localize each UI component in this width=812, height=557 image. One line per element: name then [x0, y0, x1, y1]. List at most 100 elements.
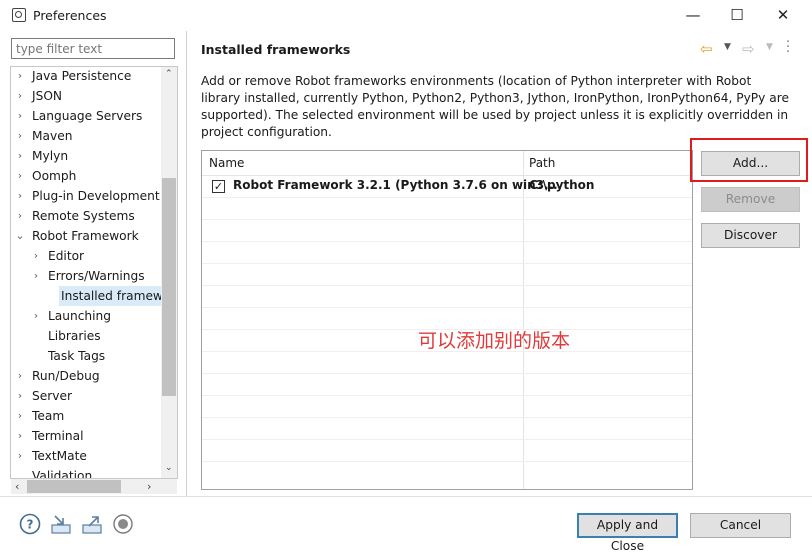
tree-item[interactable]: › Errors/Warnings [11, 266, 161, 286]
tree-item[interactable]: Libraries [11, 326, 161, 346]
framework-name: Robot Framework 3.2.1 (Python 3.7.6 on w… [233, 178, 558, 192]
page-title: Installed frameworks [201, 42, 351, 57]
tree-item-label: Task Tags [48, 349, 106, 363]
tree-item[interactable]: › Editor [11, 246, 161, 266]
tree-item-label: Team [32, 409, 65, 423]
scroll-down-icon[interactable]: ⌄ [165, 463, 173, 473]
collapsed-chevron-icon[interactable]: › [31, 306, 41, 326]
tree-item-label: Server [32, 389, 72, 403]
import-icon[interactable] [50, 513, 72, 535]
tree-item-label: Terminal [32, 429, 84, 443]
collapsed-chevron-icon[interactable]: › [15, 386, 25, 406]
apply-and-close-button[interactable]: Apply and Close [577, 513, 678, 553]
tree-item[interactable]: › Plug-in Development [11, 186, 161, 206]
tree-item-label: Errors/Warnings [48, 269, 145, 283]
tree-item-label: JSON [32, 89, 63, 103]
table-row-divider [202, 263, 692, 264]
eclipse-app-icon [12, 8, 26, 22]
tree-item[interactable]: ⌄ Robot Framework [11, 226, 161, 246]
tree-item[interactable]: › Terminal [11, 426, 161, 446]
tree-item[interactable]: › TextMate [11, 446, 161, 466]
scroll-up-icon[interactable]: ⌃ [165, 69, 173, 79]
close-button[interactable]: ✕ [760, 0, 806, 31]
tree-item-label: Editor [48, 249, 85, 263]
frameworks-table: Name Path ✓ Robot Framework 3.2.1 (Pytho… [201, 150, 693, 490]
collapsed-chevron-icon[interactable]: › [15, 126, 25, 146]
tree-item[interactable]: › Launching [11, 306, 161, 326]
collapsed-chevron-icon[interactable]: › [15, 86, 25, 106]
remove-button[interactable]: Remove [701, 187, 800, 212]
cancel-button[interactable]: Cancel [690, 513, 791, 538]
record-icon[interactable] [112, 513, 134, 535]
tree-item-label: Robot Framework [32, 229, 139, 243]
framework-checkbox[interactable]: ✓ [212, 180, 225, 193]
collapsed-chevron-icon[interactable]: › [15, 406, 25, 426]
collapsed-chevron-icon[interactable]: › [15, 146, 25, 166]
collapsed-chevron-icon[interactable]: › [15, 106, 25, 126]
tree-item[interactable]: › Java Persistence [11, 67, 161, 86]
back-icon[interactable]: ⇦ [700, 40, 713, 58]
table-row[interactable]: ✓ Robot Framework 3.2.1 (Python 3.7.6 on… [202, 176, 692, 197]
collapsed-chevron-icon[interactable]: › [15, 366, 25, 386]
help-icon[interactable]: ? [19, 513, 41, 535]
tree-vertical-scroll-thumb[interactable] [162, 178, 176, 396]
table-row-divider [202, 285, 692, 286]
collapsed-chevron-icon[interactable]: › [15, 186, 25, 206]
window-title: Preferences [33, 8, 107, 23]
tree-item[interactable]: › JSON [11, 86, 161, 106]
tree-item-label: Mylyn [32, 149, 69, 163]
collapsed-chevron-icon[interactable]: › [15, 67, 25, 86]
scroll-left-icon[interactable]: ‹ [15, 480, 19, 493]
table-row-divider [202, 241, 692, 242]
tree-item[interactable]: › Run/Debug [11, 366, 161, 386]
tree-item[interactable]: Validation [11, 466, 161, 479]
tree-item-label: Run/Debug [32, 369, 100, 383]
maximize-button[interactable]: ☐ [714, 0, 760, 31]
tree-item[interactable]: › Language Servers [11, 106, 161, 126]
tree-item-label: Validation [32, 469, 93, 479]
tree-item[interactable]: › Team [11, 406, 161, 426]
back-dropdown-icon[interactable]: ▼ [724, 42, 731, 52]
table-row-divider [202, 417, 692, 418]
tree-item-label: Launching [48, 309, 111, 323]
table-row-divider [202, 307, 692, 308]
tree-item-label: TextMate [32, 449, 87, 463]
table-row-divider [202, 395, 692, 396]
collapsed-chevron-icon[interactable]: › [15, 446, 25, 466]
scroll-right-icon[interactable]: › [147, 480, 151, 493]
tree-item-label: Remote Systems [32, 209, 135, 223]
svg-text:?: ? [27, 518, 34, 532]
table-row-divider [202, 197, 692, 198]
collapsed-chevron-icon[interactable]: › [15, 426, 25, 446]
collapsed-chevron-icon[interactable]: › [31, 266, 41, 286]
tree-item[interactable]: › Maven [11, 126, 161, 146]
filter-input[interactable] [11, 38, 175, 59]
column-header-name[interactable]: Name [209, 151, 244, 175]
collapsed-chevron-icon[interactable]: › [31, 246, 41, 266]
tree-item[interactable]: › Server [11, 386, 161, 406]
tree-item[interactable]: › Mylyn [11, 146, 161, 166]
page-description: Add or remove Robot frameworks environme… [201, 74, 789, 139]
bottom-divider [0, 496, 812, 497]
view-menu-icon[interactable]: · · · [786, 36, 790, 59]
tree-item-label: Java Persistence [32, 69, 132, 83]
tree-item[interactable]: › Oomph [11, 166, 161, 186]
expanded-chevron-icon[interactable]: ⌄ [15, 226, 25, 246]
pane-divider[interactable] [186, 31, 187, 496]
forward-icon[interactable]: ⇨ [742, 40, 755, 58]
tree-horizontal-scroll-thumb[interactable] [27, 480, 121, 493]
tree-item[interactable]: Task Tags [11, 346, 161, 366]
tree-item[interactable]: › Remote Systems [11, 206, 161, 226]
collapsed-chevron-icon[interactable]: › [15, 206, 25, 226]
collapsed-chevron-icon[interactable]: › [15, 166, 25, 186]
export-icon[interactable] [81, 513, 103, 535]
highlight-box [690, 138, 808, 182]
tree-item-label: Oomph [32, 169, 77, 183]
discover-button[interactable]: Discover [701, 223, 800, 248]
minimize-button[interactable]: — [670, 0, 716, 31]
tree-item-label: Libraries [48, 329, 101, 343]
framework-path: C:\python [529, 178, 595, 192]
forward-dropdown-icon[interactable]: ▼ [766, 42, 773, 52]
tree-item-label: Maven [32, 129, 73, 143]
column-header-path[interactable]: Path [529, 151, 555, 175]
